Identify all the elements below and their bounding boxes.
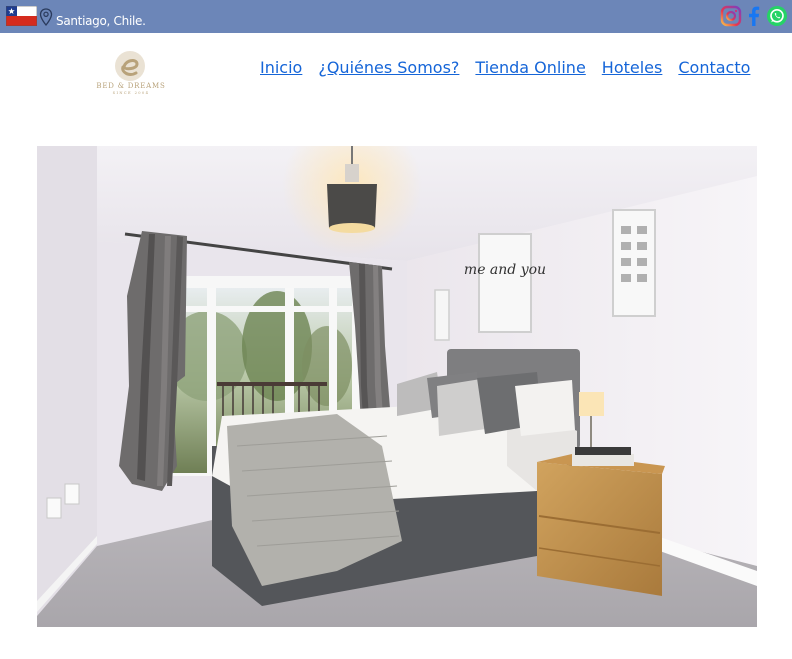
nav-link-contacto[interactable]: Contacto (678, 58, 750, 77)
instagram-icon[interactable] (720, 5, 742, 27)
hero-image: me and you (37, 146, 757, 627)
logo-wordmark: BED & DREAMS (96, 82, 165, 90)
poster-text: me and you (464, 262, 546, 278)
bedroom-photo: me and you (37, 146, 757, 627)
location-text: Santiago, Chile. (56, 14, 146, 28)
nav-link-inicio[interactable]: Inicio (260, 58, 302, 77)
nav-link-quienes-somos[interactable]: ¿Quiénes Somos? (318, 58, 459, 77)
chile-flag-icon (6, 6, 37, 26)
logo-tagline: SINCE 2004 (113, 91, 150, 95)
bed-dreams-logo[interactable]: BED & DREAMS SINCE 2004 (93, 50, 169, 96)
nav-link-tienda-online[interactable]: Tienda Online (475, 58, 585, 77)
map-pin-icon (39, 8, 53, 26)
nav-link-hoteles[interactable]: Hoteles (602, 58, 663, 77)
whatsapp-icon[interactable] (766, 5, 788, 27)
top-bar: Santiago, Chile. (0, 0, 792, 33)
facebook-icon[interactable] (743, 5, 765, 27)
main-nav: Inicio ¿Quiénes Somos? Tienda Online Hot… (260, 58, 750, 77)
